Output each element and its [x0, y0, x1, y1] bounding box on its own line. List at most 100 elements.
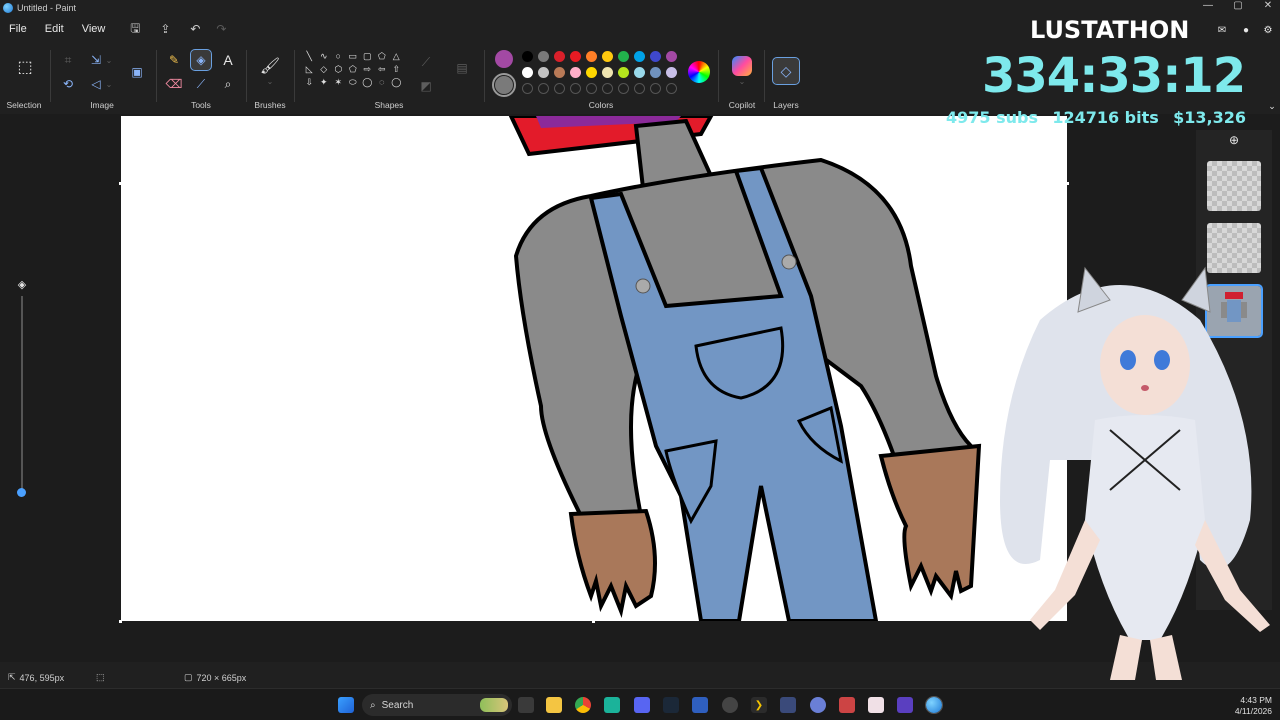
- shape-pentagon[interactable]: ⬠: [346, 63, 361, 76]
- magnifier-icon[interactable]: ⌕: [218, 74, 238, 94]
- slider-track: [21, 296, 23, 496]
- start-icon[interactable]: [338, 697, 354, 713]
- account-icon[interactable]: ●: [1236, 20, 1256, 40]
- image-ai-icon[interactable]: ▣: [126, 61, 148, 83]
- layer-thumbnail[interactable]: [1207, 161, 1261, 211]
- minimize-button[interactable]: —: [1200, 0, 1216, 11]
- clock-time: 4:43 PM: [1240, 695, 1272, 705]
- ribbon-divider: [246, 50, 247, 102]
- resize-handle-bottom[interactable]: [592, 620, 595, 623]
- copilot-label: Copilot: [728, 100, 756, 110]
- fill-icon[interactable]: ◩: [416, 76, 436, 96]
- collapse-ribbon-icon[interactable]: ⌄: [1262, 96, 1280, 116]
- shield-icon[interactable]: [692, 697, 708, 713]
- title-bar: Untitled - Paint — ▢ ✕: [0, 0, 1280, 16]
- paint-window: Untitled - Paint — ▢ ✕ File Edit View 🖫 …: [0, 0, 1280, 720]
- outline-icon[interactable]: ⟋: [416, 52, 436, 72]
- shape-rounded-rectangle[interactable]: ▢: [360, 50, 375, 63]
- ribbon-divider: [294, 50, 295, 102]
- app-icon[interactable]: [810, 697, 826, 713]
- share-icon[interactable]: ⇪: [154, 22, 176, 36]
- chevron-down-icon[interactable]: ⌄: [732, 76, 752, 86]
- drawing-hand-left: [568, 508, 657, 618]
- brush-icon[interactable]: 🖌: [260, 54, 280, 78]
- shape-arrow-down[interactable]: ⇩: [302, 76, 317, 89]
- resize-icon[interactable]: ⇲: [86, 50, 106, 70]
- taskbar-clock[interactable]: 4:43 PM 4/11/2026: [1235, 695, 1272, 717]
- color-picker-icon[interactable]: ⟋: [191, 74, 211, 94]
- chevron-right-icon[interactable]: ❯: [751, 697, 767, 713]
- shape-polygon[interactable]: ⬠: [375, 50, 390, 63]
- slider-knob[interactable]: [17, 488, 26, 497]
- overlay-bits: 124716 bits: [1052, 108, 1159, 127]
- shape-callout-cloud[interactable]: ◌: [375, 76, 390, 89]
- shape-right-triangle[interactable]: ◺: [302, 63, 317, 76]
- shape-callout-oval[interactable]: ◯: [360, 76, 375, 89]
- shape-triangle[interactable]: △: [389, 50, 404, 63]
- brushes-label: Brushes: [254, 100, 286, 110]
- resize-handle-corner[interactable]: [119, 620, 122, 623]
- chevron-down-icon[interactable]: ⌄: [104, 74, 114, 94]
- redo-icon[interactable]: ↷: [210, 22, 232, 36]
- eraser-icon[interactable]: ⌫: [164, 74, 184, 94]
- chevron-down-icon[interactable]: ⌄: [260, 76, 280, 86]
- shape-arrow-right[interactable]: ⇨: [360, 63, 375, 76]
- drawing-canvas[interactable]: [121, 116, 1067, 621]
- close-button[interactable]: ✕: [1260, 0, 1276, 11]
- shape-rectangle[interactable]: ▭: [346, 50, 361, 63]
- settings-icon[interactable]: ⚙: [1258, 20, 1278, 40]
- shape-arrow-up[interactable]: ⇧: [389, 63, 404, 76]
- chrome-icon[interactable]: [575, 697, 591, 713]
- shape-heart[interactable]: ◯: [389, 76, 404, 89]
- text-icon[interactable]: A: [218, 50, 238, 70]
- window-title: Untitled - Paint: [17, 3, 77, 13]
- shape-curve[interactable]: ∿: [317, 50, 332, 63]
- fill-bucket-icon[interactable]: ◈: [190, 49, 212, 71]
- ribbon-divider: [764, 50, 765, 102]
- resize-handle-left[interactable]: [119, 182, 122, 185]
- task-view-icon[interactable]: [518, 697, 534, 713]
- app-icon[interactable]: [868, 697, 884, 713]
- obs-icon[interactable]: [722, 697, 738, 713]
- image-group: ⌗ ⇲ ⌄ ⟲ ◁ ⌄ ▣ Image: [52, 44, 152, 114]
- resize-handle-right[interactable]: [1066, 182, 1069, 185]
- taskbar-search[interactable]: ⌕ Search: [362, 694, 512, 716]
- brush-size-slider[interactable]: ◈: [14, 276, 30, 506]
- shape-style-icon[interactable]: ▤: [452, 58, 472, 78]
- shape-arrow-left[interactable]: ⇦: [375, 63, 390, 76]
- shapes-label: Shapes: [374, 100, 404, 110]
- pencil-icon[interactable]: ✎: [164, 50, 184, 70]
- app-icon[interactable]: [780, 697, 796, 713]
- app-icon[interactable]: [604, 697, 620, 713]
- file-explorer-icon[interactable]: [546, 697, 562, 713]
- flip-icon[interactable]: ◁: [86, 74, 106, 94]
- tools-group: ✎ ◈ A ⌫ ⟋ ⌕ Tools: [158, 44, 244, 114]
- shape-star-four[interactable]: ✦: [317, 76, 332, 89]
- select-rectangle-icon[interactable]: ⬚: [14, 56, 36, 78]
- menu-edit[interactable]: Edit: [36, 23, 73, 35]
- shape-callout-rect[interactable]: ⬭: [346, 76, 361, 89]
- paint-taskbar-icon[interactable]: [925, 696, 943, 714]
- crop-icon[interactable]: ⌗: [58, 50, 78, 70]
- copilot-icon[interactable]: [732, 56, 752, 76]
- undo-icon[interactable]: ↶: [184, 22, 206, 36]
- shape-star-six[interactable]: ✶: [331, 76, 346, 89]
- canvas-size-icon: ▢: [184, 672, 193, 682]
- steam-icon[interactable]: [663, 697, 679, 713]
- maximize-button[interactable]: ▢: [1230, 0, 1246, 11]
- layers-icon[interactable]: ◇: [772, 57, 800, 85]
- shape-oval[interactable]: ○: [331, 50, 346, 63]
- rotate-icon[interactable]: ⟲: [58, 74, 78, 94]
- app-icon[interactable]: [897, 697, 913, 713]
- notification-icon[interactable]: ✉: [1212, 20, 1232, 40]
- save-icon[interactable]: 🖫: [124, 19, 146, 40]
- add-layer-icon[interactable]: ⊕: [1224, 130, 1244, 150]
- shape-diamond[interactable]: ◇: [317, 63, 332, 76]
- discord-icon[interactable]: [634, 697, 650, 713]
- menu-file[interactable]: File: [0, 23, 36, 35]
- app-icon[interactable]: [839, 697, 855, 713]
- shape-line[interactable]: ╲: [302, 50, 317, 63]
- menu-view[interactable]: View: [73, 23, 115, 35]
- chevron-down-icon[interactable]: ⌄: [104, 50, 114, 70]
- shape-hexagon[interactable]: ⬡: [331, 63, 346, 76]
